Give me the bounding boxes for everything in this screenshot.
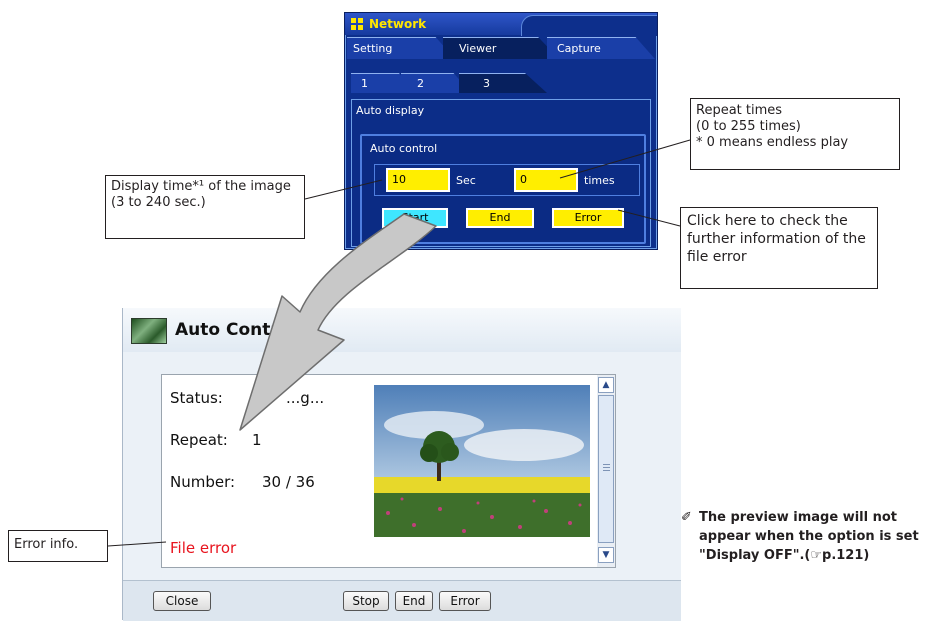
repeat-times-line2: (0 to 255 times): [696, 119, 801, 134]
flow-arrow-icon: [239, 213, 437, 431]
pencil-icon: ✐: [681, 510, 692, 525]
display-time-callout: Display time*¹ of the image (3 to 240 se…: [105, 175, 305, 239]
error-click-callout-text: Click here to check the further informat…: [687, 213, 866, 265]
leader-repeat-times: [559, 139, 691, 179]
error-info-callout-text: Error info.: [14, 537, 79, 552]
error-info-callout: Error info.: [8, 530, 108, 562]
preview-note-text: The preview image will not appear when t…: [699, 510, 919, 563]
display-time-callout-text: Display time*¹ of the image (3 to 240 se…: [111, 179, 291, 210]
repeat-times-line3: * 0 means endless play: [696, 135, 849, 150]
preview-note: ✐ The preview image will not appear when…: [681, 508, 931, 565]
error-click-callout: Click here to check the further informat…: [680, 207, 878, 289]
leader-error-button: [617, 209, 681, 227]
leader-display-time: [304, 179, 383, 200]
leader-error-info: [107, 541, 167, 547]
repeat-times-callout: Repeat times (0 to 255 times) * 0 means …: [690, 98, 900, 170]
repeat-times-line1: Repeat times: [696, 103, 783, 118]
